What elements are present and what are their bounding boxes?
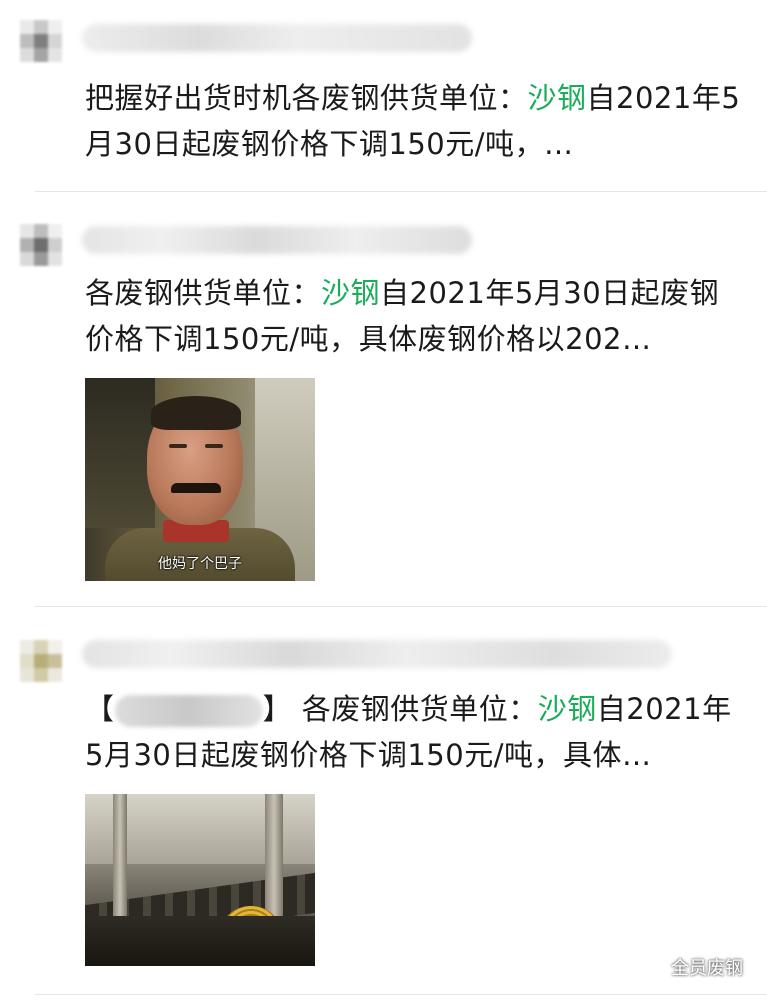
image-eye bbox=[205, 444, 223, 448]
divider bbox=[35, 994, 767, 995]
image-mustache bbox=[171, 483, 221, 493]
divider bbox=[35, 191, 767, 192]
post-image-factory[interactable] bbox=[85, 794, 315, 966]
author-name[interactable] bbox=[82, 640, 672, 668]
bracket-close: 】 bbox=[262, 692, 293, 726]
keyword-highlight[interactable]: 沙钢 bbox=[321, 276, 380, 310]
post-text[interactable]: 把握好出货时机各废钢供货单位：沙钢自2021年5月30日起废钢价格下调150元/… bbox=[85, 75, 745, 167]
post-text-prefix: 各废钢供货单位： bbox=[85, 276, 322, 310]
author-name[interactable] bbox=[82, 226, 472, 254]
image-hair bbox=[151, 396, 241, 430]
redacted-tag bbox=[114, 695, 263, 727]
image-shadow bbox=[85, 378, 155, 528]
author-name[interactable] bbox=[82, 24, 472, 52]
watermark: 全员废钢 bbox=[639, 954, 743, 980]
avatar[interactable] bbox=[20, 20, 64, 64]
post-text-prefix: 各废钢供货单位： bbox=[301, 692, 538, 726]
bracket-open: 【 bbox=[85, 692, 115, 726]
wechat-icon bbox=[639, 956, 665, 978]
post-text[interactable]: 【】 各废钢供货单位：沙钢自2021年5月30日起废钢价格下调150元/吨，具体… bbox=[85, 686, 745, 778]
post-text[interactable]: 各废钢供货单位：沙钢自2021年5月30日起废钢价格下调150元/吨，具体废钢价… bbox=[85, 270, 745, 362]
divider bbox=[35, 606, 767, 607]
watermark-label: 全员废钢 bbox=[671, 958, 743, 979]
avatar[interactable] bbox=[20, 640, 64, 684]
post-image-meme[interactable]: 他妈了个巴子 bbox=[85, 378, 315, 581]
image-caption: 他妈了个巴子 bbox=[158, 556, 242, 572]
image-eye bbox=[169, 444, 187, 448]
image-floor bbox=[85, 916, 315, 966]
keyword-highlight[interactable]: 沙钢 bbox=[528, 81, 587, 115]
avatar[interactable] bbox=[20, 224, 64, 268]
keyword-highlight[interactable]: 沙钢 bbox=[538, 692, 597, 726]
post-text-prefix: 把握好出货时机各废钢供货单位： bbox=[85, 81, 528, 115]
